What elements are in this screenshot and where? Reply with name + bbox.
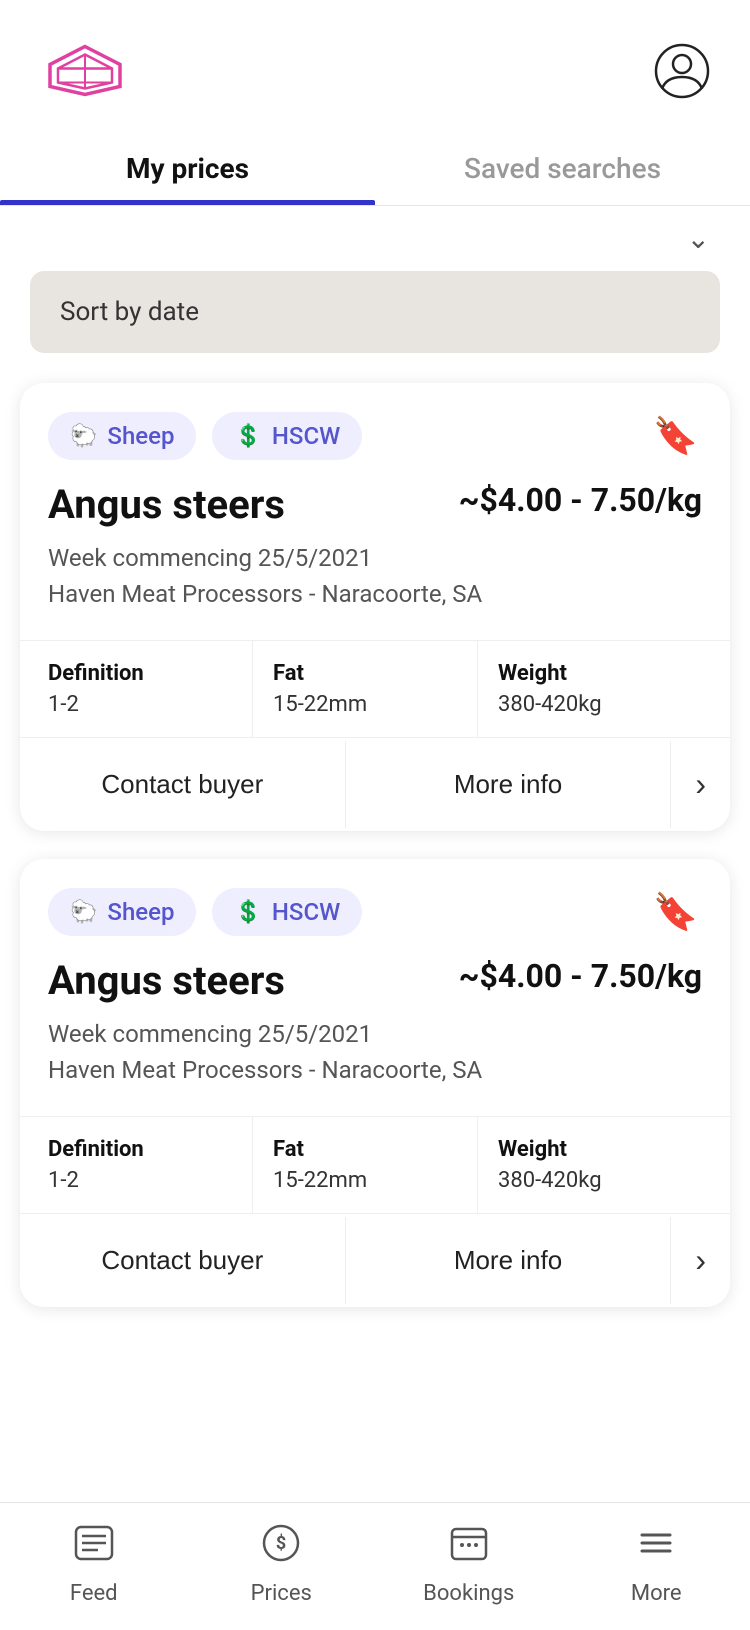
sheep-icon: 🐑 — [70, 900, 97, 925]
specs-row: Definition 1-2 Fat 15-22mm Weight 380-42… — [20, 640, 730, 737]
bookmark-icon: 🔖 — [653, 415, 698, 456]
bookmark-button[interactable]: 🔖 — [649, 887, 702, 937]
listing-location: Haven Meat Processors - Naracoorte, SA — [48, 576, 702, 612]
nav-item-prices[interactable]: $ Prices — [231, 1523, 331, 1606]
nav-item-more[interactable]: More — [606, 1523, 706, 1606]
spec-weight: Weight 380-420kg — [478, 1117, 702, 1213]
arrow-right-icon: › — [695, 766, 706, 802]
tag-sheep[interactable]: 🐑 Sheep — [48, 412, 196, 460]
tags-row: 🐑 Sheep 💲 HSCW 🔖 — [48, 887, 702, 937]
nav-label-feed: Feed — [70, 1581, 118, 1606]
listing-arrow-button[interactable]: › — [671, 738, 730, 831]
bookmark-icon: 🔖 — [653, 891, 698, 932]
bottom-nav: Feed $ Prices Bookings — [0, 1502, 750, 1630]
listing-card: 🐑 Sheep 💲 HSCW 🔖 Angus steers ~$4.00 - 7… — [20, 383, 730, 831]
nav-label-more: More — [631, 1581, 682, 1606]
dollar-circle-icon: 💲 — [234, 424, 261, 449]
more-info-button[interactable]: More info — [346, 1217, 672, 1304]
actions-row: Contact buyer More info › — [20, 737, 730, 831]
tabs-bar: My prices Saved searches — [0, 124, 750, 206]
spec-definition: Definition 1-2 — [48, 1117, 253, 1213]
chevron-down-icon: ⌄ — [687, 223, 710, 254]
tag-sheep[interactable]: 🐑 Sheep — [48, 888, 196, 936]
listing-title: Angus steers — [48, 957, 285, 1004]
arrow-right-icon: › — [695, 1242, 706, 1278]
listing-week: Week commencing 25/5/2021 — [48, 540, 702, 576]
sort-bar-label: Sort by date — [60, 297, 199, 327]
more-icon — [634, 1523, 678, 1573]
nav-label-bookings: Bookings — [423, 1581, 514, 1606]
tag-hscw[interactable]: 💲 HSCW — [212, 888, 362, 936]
listing-sub-info: Week commencing 25/5/2021 Haven Meat Pro… — [48, 1016, 702, 1088]
listing-price: ~$4.00 - 7.50/kg — [459, 957, 702, 995]
feed-icon — [72, 1523, 116, 1573]
dollar-circle-icon: 💲 — [234, 900, 261, 925]
app-header — [0, 0, 750, 124]
svg-text:$: $ — [276, 1533, 286, 1554]
tab-my-prices[interactable]: My prices — [0, 124, 375, 205]
listing-arrow-button[interactable]: › — [671, 1214, 730, 1307]
sheep-icon: 🐑 — [70, 424, 97, 449]
specs-row: Definition 1-2 Fat 15-22mm Weight 380-42… — [20, 1116, 730, 1213]
tab-saved-searches[interactable]: Saved searches — [375, 124, 750, 205]
bookmark-button[interactable]: 🔖 — [649, 411, 702, 461]
listing-price: ~$4.00 - 7.50/kg — [459, 481, 702, 519]
nav-label-prices: Prices — [251, 1581, 312, 1606]
tags-row: 🐑 Sheep 💲 HSCW 🔖 — [48, 411, 702, 461]
sort-bar[interactable]: Sort by date — [30, 271, 720, 353]
contact-buyer-button[interactable]: Contact buyer — [20, 1217, 346, 1304]
nav-item-feed[interactable]: Feed — [44, 1523, 144, 1606]
nav-item-bookings[interactable]: Bookings — [419, 1523, 519, 1606]
spec-definition: Definition 1-2 — [48, 641, 253, 737]
filter-chevron-row: ⌄ — [0, 206, 750, 271]
listing-week: Week commencing 25/5/2021 — [48, 1016, 702, 1052]
more-info-button[interactable]: More info — [346, 741, 672, 828]
actions-row: Contact buyer More info › — [20, 1213, 730, 1307]
logo — [40, 40, 130, 104]
listing-location: Haven Meat Processors - Naracoorte, SA — [48, 1052, 702, 1088]
spec-fat: Fat 15-22mm — [253, 641, 478, 737]
tag-hscw[interactable]: 💲 HSCW — [212, 412, 362, 460]
chevron-down-button[interactable]: ⌄ — [687, 222, 710, 255]
listing-sub-info: Week commencing 25/5/2021 Haven Meat Pro… — [48, 540, 702, 612]
prices-icon: $ — [259, 1523, 303, 1573]
listing-card: 🐑 Sheep 💲 HSCW 🔖 Angus steers ~$4.00 - 7… — [20, 859, 730, 1307]
profile-button[interactable] — [654, 43, 710, 102]
contact-buyer-button[interactable]: Contact buyer — [20, 741, 346, 828]
listing-title-row: Angus steers ~$4.00 - 7.50/kg — [48, 481, 702, 528]
spec-fat: Fat 15-22mm — [253, 1117, 478, 1213]
listing-title-row: Angus steers ~$4.00 - 7.50/kg — [48, 957, 702, 1004]
spec-weight: Weight 380-420kg — [478, 641, 702, 737]
bookings-icon — [447, 1523, 491, 1573]
listing-title: Angus steers — [48, 481, 285, 528]
